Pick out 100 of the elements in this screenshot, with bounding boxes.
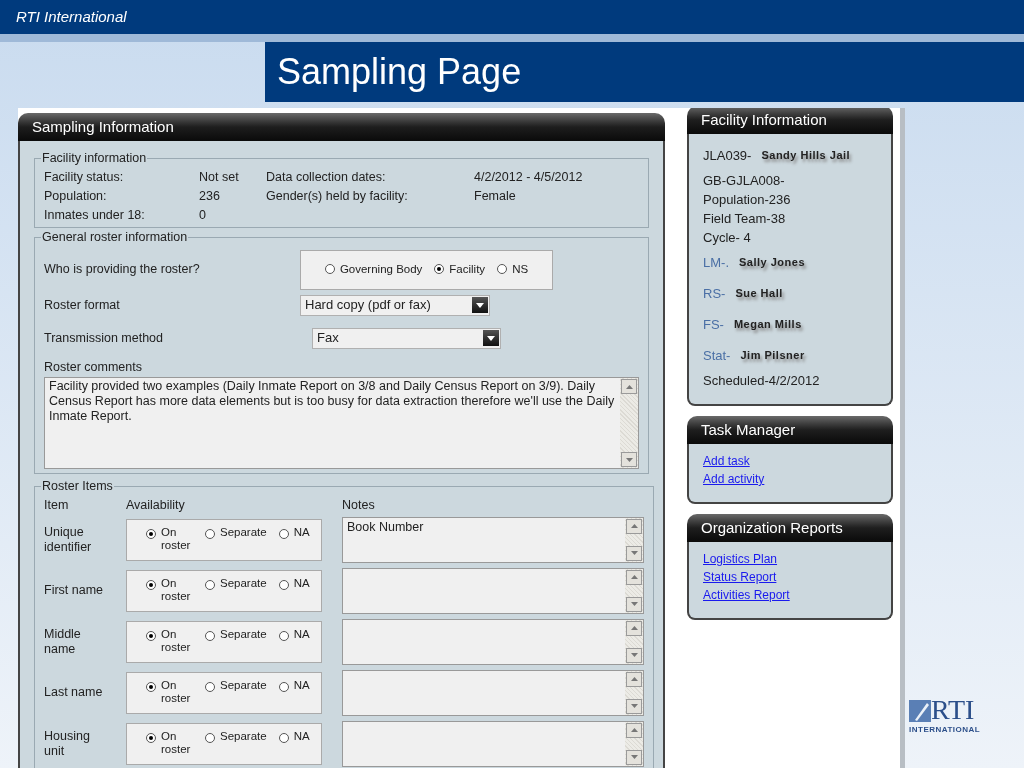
radio-button[interactable]	[205, 732, 215, 743]
field-value: 4/2/2012 - 4/5/2012	[474, 168, 584, 186]
comments-textarea[interactable]: Facility provided two examples (Daily Inmate Report on 3/8 and Daily Census Report on 3/9). Daily Census Report has more data elements but is too busy for data extraction therefore we'll use the Daily Inmate Report.	[44, 377, 639, 470]
radio-button[interactable]	[278, 579, 289, 590]
scroll-up-button[interactable]	[626, 569, 642, 585]
person-name: Sue Hall	[735, 286, 783, 301]
radio-button[interactable]	[205, 630, 215, 641]
up-arrow-icon	[630, 524, 638, 528]
scrollbar[interactable]	[625, 568, 643, 613]
link[interactable]: Add task	[703, 452, 750, 470]
scroll-up-button[interactable]	[626, 671, 642, 687]
logo-mark-icon	[909, 700, 931, 722]
scroll-down-button[interactable]	[626, 698, 642, 714]
column-header: Availability	[126, 497, 186, 514]
field-value: Female	[474, 187, 517, 205]
dropdown[interactable]: Hard copy (pdf or fax)	[300, 294, 490, 316]
radio-button[interactable]	[205, 528, 215, 539]
scrollbar[interactable]	[625, 517, 643, 562]
organization-name: RTI International	[16, 6, 127, 27]
radio-button[interactable]	[205, 579, 215, 590]
radio-label: On roster	[161, 627, 192, 654]
field-label: Facility status:	[44, 168, 125, 186]
radio-button[interactable]	[278, 681, 289, 692]
up-arrow-icon	[630, 575, 638, 579]
radio-button[interactable]	[278, 630, 289, 641]
field-label: Transmission method	[44, 329, 165, 347]
row-label: First name	[44, 583, 105, 598]
radio-label: Separate	[220, 576, 267, 590]
slide-title: Sampling Page	[277, 54, 522, 90]
down-arrow-icon	[630, 602, 638, 606]
radio-label: On roster	[161, 525, 192, 552]
scroll-down-button[interactable]	[626, 596, 642, 612]
radio-label: Separate	[220, 525, 267, 539]
radio-label: NS	[512, 261, 529, 277]
field-label: Roster comments	[44, 358, 143, 376]
radio-button[interactable]	[278, 528, 289, 539]
link[interactable]: Logistics Plan	[703, 550, 778, 568]
radio-button[interactable]	[497, 263, 508, 274]
radio-label: NA	[293, 678, 310, 692]
up-arrow-icon	[630, 677, 638, 681]
link[interactable]: Add activity	[703, 470, 765, 488]
info-text: Stat-	[703, 347, 731, 365]
radio-button[interactable]	[146, 630, 156, 641]
link[interactable]: Activities Report	[703, 586, 790, 604]
field-label: Gender(s) held by facility:	[266, 187, 409, 205]
scrollbar[interactable]	[625, 619, 643, 664]
radio-label: NA	[293, 525, 310, 539]
scroll-down-button[interactable]	[626, 545, 642, 561]
row-label: Last name	[44, 685, 104, 700]
dropdown[interactable]: Fax	[312, 327, 501, 349]
notes-textarea[interactable]	[342, 618, 644, 665]
section-legend: General roster information	[41, 227, 189, 247]
person-name: Sandy Hills Jail	[761, 148, 851, 163]
scroll-up-button[interactable]	[626, 518, 642, 534]
field-value: Not set	[199, 168, 240, 186]
down-arrow-icon	[630, 653, 638, 657]
down-arrow-icon	[630, 755, 638, 759]
field-label: Population:	[44, 187, 108, 205]
radio-button[interactable]	[146, 528, 156, 539]
row-label: Unique identifier	[44, 524, 93, 555]
info-text: Cycle- 4	[703, 229, 751, 247]
radio-label: On roster	[161, 729, 192, 756]
radio-button[interactable]	[146, 732, 156, 743]
radio-button[interactable]	[434, 263, 445, 274]
panel-title: Sampling Information	[32, 116, 174, 137]
scrollbar[interactable]	[625, 721, 643, 766]
notes-textarea[interactable]	[342, 567, 644, 614]
radio-button[interactable]	[146, 579, 156, 590]
scroll-down-button[interactable]	[621, 452, 637, 468]
scroll-up-button[interactable]	[621, 379, 637, 395]
info-text: RS-	[703, 285, 726, 303]
info-text: Scheduled-4/2/2012	[703, 372, 820, 390]
scrollbar[interactable]	[620, 378, 638, 469]
notes-textarea[interactable]	[342, 720, 644, 767]
scroll-up-button[interactable]	[626, 722, 642, 738]
notes-textarea[interactable]	[342, 669, 644, 716]
scroll-down-button[interactable]	[626, 749, 642, 765]
radio-button[interactable]	[205, 681, 215, 692]
field-label: Roster format	[44, 296, 121, 314]
info-text: Population-236	[703, 191, 791, 209]
radio-button[interactable]	[146, 681, 156, 692]
radio-label: Separate	[220, 678, 267, 692]
row-label: Middle name	[44, 626, 82, 657]
scroll-down-button[interactable]	[626, 647, 642, 663]
radio-label: Separate	[220, 627, 267, 641]
radio-label: On roster	[161, 678, 192, 705]
field-value: 0	[199, 206, 207, 224]
radio-button[interactable]	[324, 263, 335, 274]
info-text: FS-	[703, 316, 724, 334]
up-arrow-icon	[630, 728, 638, 732]
link[interactable]: Status Report	[703, 568, 777, 586]
notes-textarea[interactable]: Book Number	[342, 516, 644, 563]
down-arrow-icon	[625, 457, 633, 462]
scrollbar[interactable]	[625, 670, 643, 715]
radio-button[interactable]	[278, 732, 289, 743]
panel-title: Facility Information	[701, 109, 827, 130]
section-legend: Facility information	[41, 149, 148, 168]
scroll-up-button[interactable]	[626, 620, 642, 636]
down-arrow-icon	[630, 704, 638, 708]
down-arrow-icon	[630, 551, 638, 555]
